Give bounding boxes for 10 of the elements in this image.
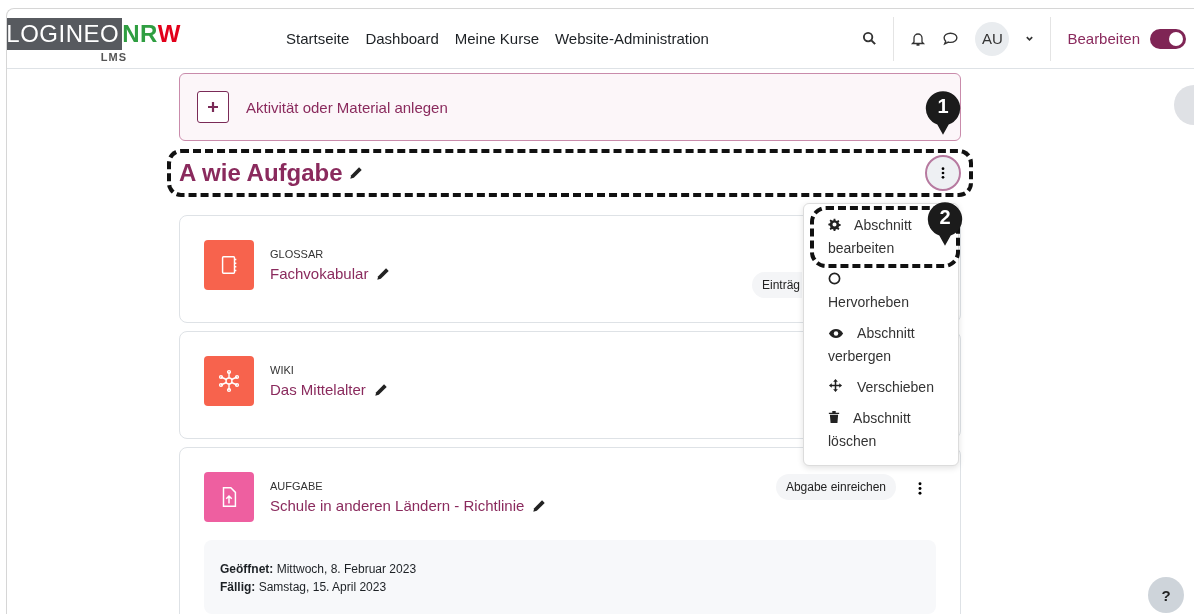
section-title: A wie Aufgabe (179, 159, 343, 187)
activity-type: WIKI (270, 364, 295, 376)
date-text: Fällig: Samstag, 15. April 2023 (220, 579, 388, 596)
activity-type: AUFGABE (270, 480, 324, 492)
callout-tooltip: 1 (924, 89, 962, 137)
callout-tooltip: 2 (926, 200, 964, 248)
activity-type: GLOSSAR (270, 248, 325, 260)
date-text: Geöffnet: Mittwoch, 8. Februar 2023 (220, 561, 418, 578)
edit-mode-label: Bearbeiten (1067, 30, 1140, 47)
add-activity-label: Aktivität oder Material anlegen (246, 98, 448, 116)
